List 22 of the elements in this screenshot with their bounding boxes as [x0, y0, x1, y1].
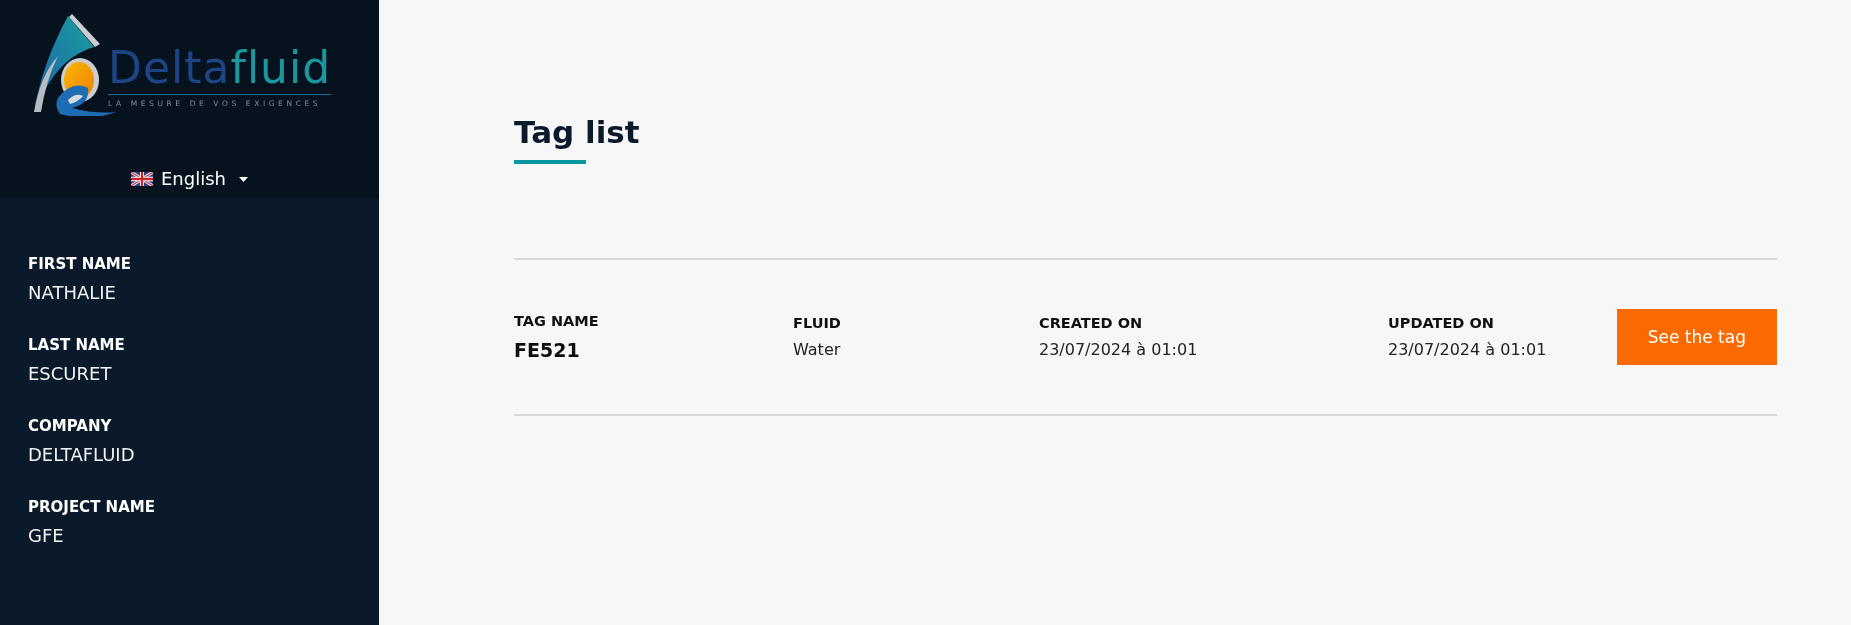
info-value: ESCURET	[28, 363, 112, 385]
language-dropdown[interactable]: English	[131, 167, 248, 191]
field-label: FLUID	[793, 314, 841, 332]
logo-wordmark: Deltafluid	[108, 44, 332, 92]
flag-icon	[131, 172, 153, 186]
field-value: 23/07/2024 à 01:01	[1039, 340, 1198, 360]
caret-icon	[239, 176, 248, 182]
field-value: Water	[793, 340, 841, 360]
info-label: FIRST NAME	[28, 255, 131, 273]
info-label: LAST NAME	[28, 336, 125, 354]
field-value: 23/07/2024 à 01:01	[1388, 340, 1547, 360]
tag-name: FE521	[514, 338, 580, 362]
info-label: PROJECT NAME	[28, 498, 155, 516]
field-label: TAG NAME	[514, 312, 599, 330]
info-value: DELTAFLUID	[28, 444, 135, 466]
info-value: GFE	[28, 525, 64, 547]
title-underline	[514, 160, 586, 164]
info-value: NATHALIE	[28, 282, 116, 304]
field-label: UPDATED ON	[1388, 314, 1494, 332]
info-label: COMPANY	[28, 417, 112, 435]
page-title: Tag list	[514, 113, 640, 151]
field-label: CREATED ON	[1039, 314, 1143, 332]
